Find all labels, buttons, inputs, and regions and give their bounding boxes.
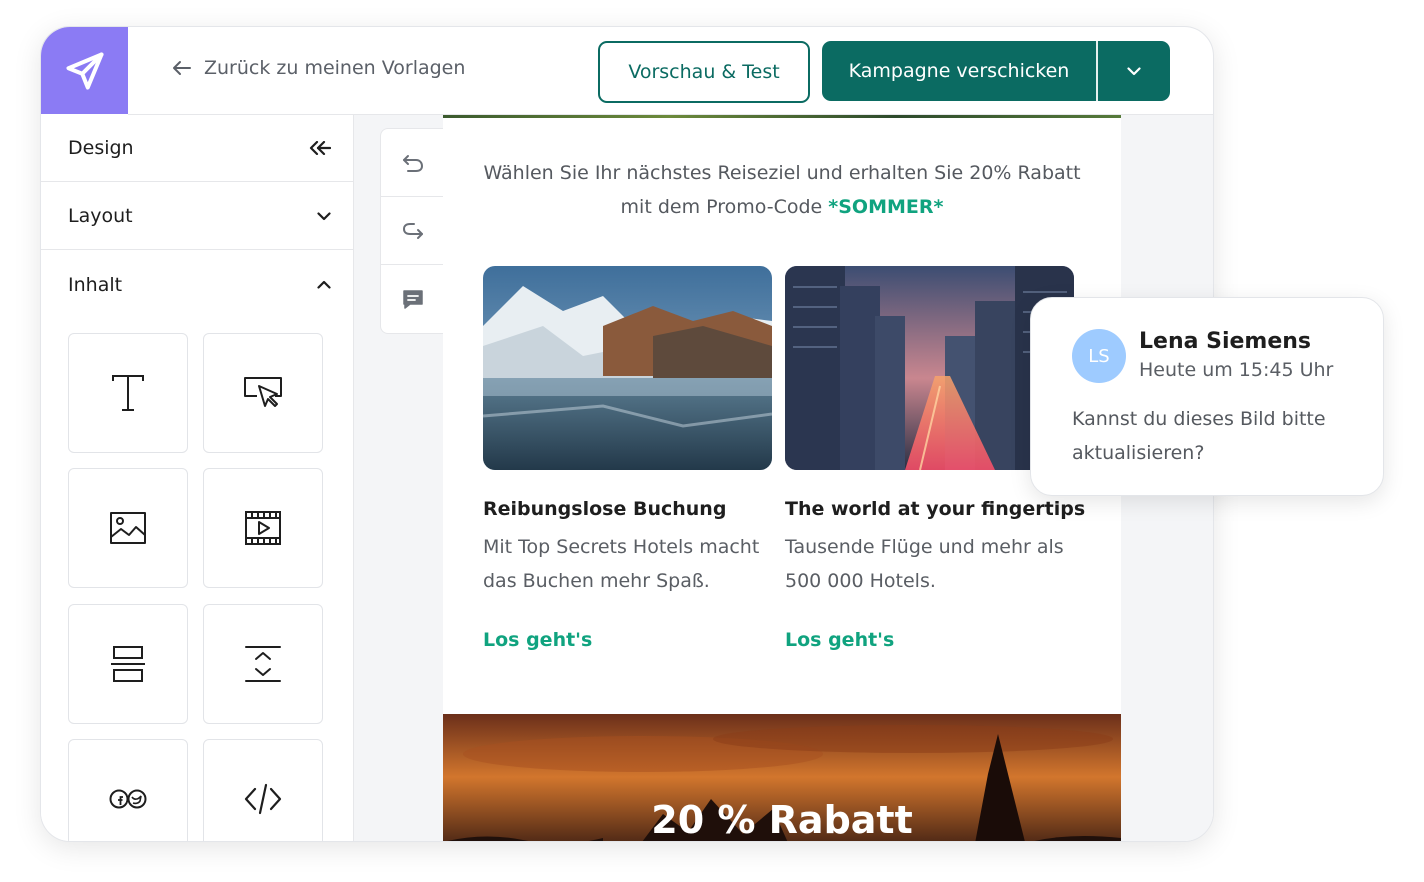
avatar: LS <box>1072 329 1126 383</box>
undo-button[interactable] <box>381 129 445 197</box>
button-separator <box>1096 41 1098 101</box>
comment-button[interactable] <box>381 265 445 332</box>
block-text[interactable] <box>68 333 188 453</box>
card-link-1[interactable]: Los geht's <box>483 629 592 651</box>
arrow-left-icon <box>173 61 191 75</box>
email-preview: Wählen Sie Ihr nächstes Reiseziel und er… <box>443 115 1121 841</box>
promo-prefix: mit dem Promo-Code <box>620 196 829 218</box>
double-chevron-left-icon[interactable] <box>309 141 331 155</box>
comment-text-line-2: aktualisieren? <box>1072 442 1205 464</box>
card-text-1-line-1: Mit Top Secrets Hotels macht <box>483 536 760 558</box>
block-spacer[interactable] <box>203 604 323 724</box>
spacer-icon <box>245 646 281 682</box>
discount-banner[interactable]: 20 % Rabatt <box>443 714 1121 841</box>
promo-code: *SOMMER* <box>828 196 944 218</box>
comment-text: Kannst du dieses Bild bitte aktualisiere… <box>1072 402 1362 470</box>
block-html[interactable] <box>203 739 323 841</box>
card-text-1-line-2: das Buchen mehr Spaß. <box>483 570 710 592</box>
send-campaign-button[interactable]: Kampagne verschicken <box>822 41 1170 101</box>
redo-icon <box>403 222 423 239</box>
sidebar-section-inhalt[interactable]: Inhalt <box>41 251 353 318</box>
card-link-2[interactable]: Los geht's <box>785 629 894 651</box>
video-icon <box>245 511 281 545</box>
paper-plane-icon <box>65 51 104 90</box>
html-code-icon <box>244 783 282 815</box>
block-video[interactable] <box>203 468 323 588</box>
comment-icon <box>403 289 423 309</box>
back-link-label: Zurück zu meinen Vorlagen <box>204 57 466 79</box>
block-image[interactable] <box>68 468 188 588</box>
sidebar-section-layout[interactable]: Layout <box>41 183 353 250</box>
chevron-down-icon <box>317 211 331 220</box>
sidebar: Design Layout Inhalt <box>41 115 354 841</box>
promo-line-2: mit dem Promo-Code *SOMMER* <box>443 190 1121 224</box>
sidebar-section-design[interactable]: Design <box>41 115 353 182</box>
promo-line-1: Wählen Sie Ihr nächstes Reiseziel und er… <box>483 162 1081 184</box>
block-social[interactable] <box>68 739 188 841</box>
divider-icon <box>111 646 145 682</box>
top-bar: Zurück zu meinen Vorlagen Vorschau & Tes… <box>128 27 1213 115</box>
banner-title: 20 % Rabatt <box>651 798 913 841</box>
card-text-2-line-2: 500 000 Hotels. <box>785 570 936 592</box>
comment-popover[interactable]: LS Lena Siemens Heute um 15:45 Uhr Kanns… <box>1030 297 1384 496</box>
glacier-photo <box>483 266 772 470</box>
chevron-up-icon <box>317 280 331 289</box>
card-title-2[interactable]: The world at your fingertips <box>785 498 1085 520</box>
header-image-strip[interactable] <box>443 115 1121 118</box>
text-icon <box>112 375 144 411</box>
card-title-1[interactable]: Reibungslose Buchung <box>483 498 726 520</box>
back-link[interactable]: Zurück zu meinen Vorlagen <box>172 57 465 79</box>
editor-toolbar <box>380 128 445 334</box>
preview-test-button[interactable]: Vorschau & Test <box>598 41 810 103</box>
card-image-glacier[interactable] <box>483 266 772 470</box>
promo-text[interactable]: Wählen Sie Ihr nächstes Reiseziel und er… <box>443 156 1121 224</box>
card-text-2[interactable]: Tausende Flüge und mehr als 500 000 Hote… <box>785 530 1075 598</box>
comment-text-line-1: Kannst du dieses Bild bitte <box>1072 408 1326 430</box>
redo-button[interactable] <box>381 197 445 265</box>
card-text-1[interactable]: Mit Top Secrets Hotels macht das Buchen … <box>483 530 773 598</box>
send-options-dropdown[interactable] <box>1098 41 1170 101</box>
section-label-layout: Layout <box>68 205 133 227</box>
send-campaign-label: Kampagne verschicken <box>848 60 1070 82</box>
block-button[interactable] <box>203 333 323 453</box>
button-icon <box>244 377 282 407</box>
image-icon <box>110 512 146 544</box>
social-icon <box>109 789 147 809</box>
app-logo[interactable] <box>41 27 128 114</box>
chevron-down-icon <box>1127 66 1141 75</box>
block-divider[interactable] <box>68 604 188 724</box>
comment-author: Lena Siemens <box>1139 329 1312 354</box>
section-label-design: Design <box>68 137 134 159</box>
card-text-2-line-1: Tausende Flüge und mehr als <box>785 536 1064 558</box>
section-label-inhalt: Inhalt <box>68 273 123 296</box>
comment-timestamp: Heute um 15:45 Uhr <box>1139 359 1334 381</box>
undo-icon <box>403 154 423 172</box>
